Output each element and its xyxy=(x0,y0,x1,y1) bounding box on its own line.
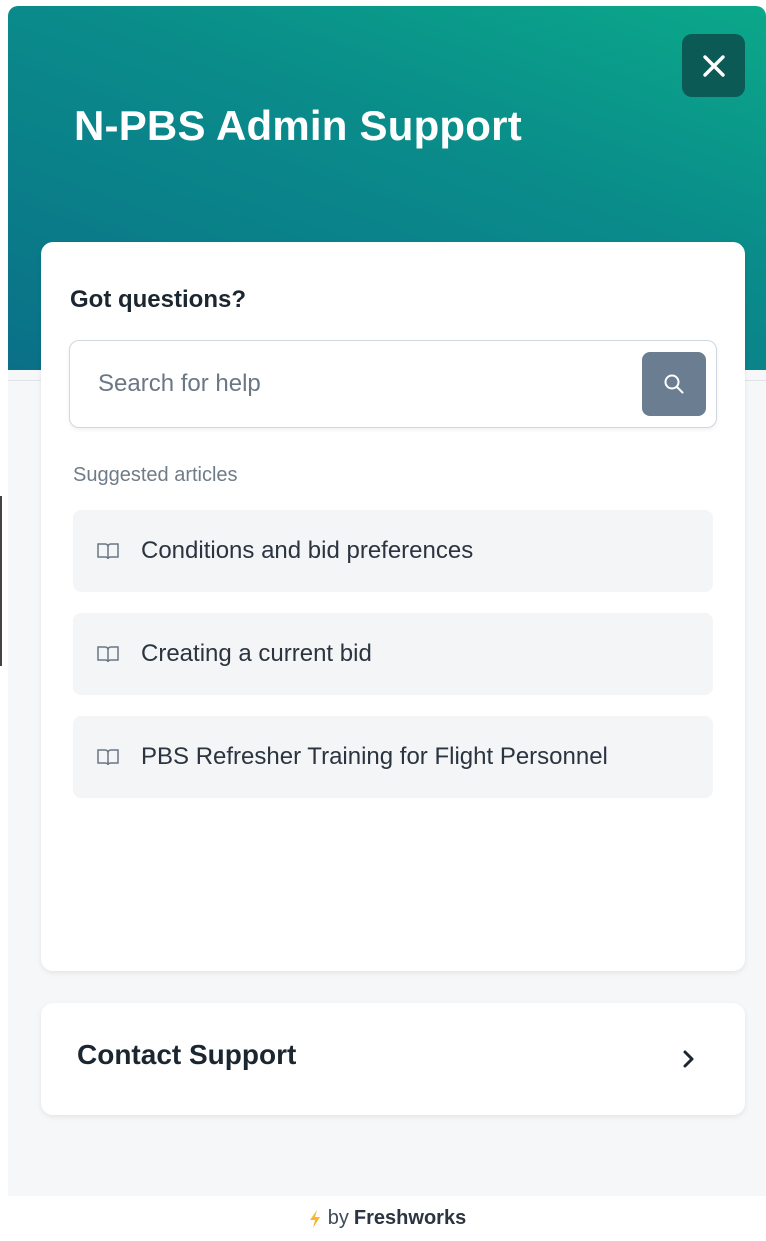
article-label: Conditions and bid preferences xyxy=(141,537,474,564)
help-widget: N-PBS Admin Support Got questions? Sugge… xyxy=(8,6,766,1241)
footer-brand-link[interactable]: Freshworks xyxy=(354,1207,466,1230)
contact-support-label: Contact Support xyxy=(77,1039,297,1070)
search-icon xyxy=(664,374,684,394)
book-icon xyxy=(97,543,119,560)
article-label: PBS Refresher Training for Flight Person… xyxy=(141,743,608,770)
window-edge-mark xyxy=(0,496,2,666)
chevron-right-icon xyxy=(683,1050,694,1068)
search-box xyxy=(69,340,717,428)
article-item[interactable]: PBS Refresher Training for Flight Person… xyxy=(73,716,713,798)
contact-support-button[interactable]: Contact Support xyxy=(41,1003,745,1115)
close-button[interactable] xyxy=(682,34,745,97)
article-item[interactable]: Conditions and bid preferences xyxy=(73,510,713,592)
search-input[interactable] xyxy=(98,363,618,405)
close-icon xyxy=(702,54,725,77)
page-title: N-PBS Admin Support xyxy=(74,102,522,149)
footer: by Freshworks xyxy=(8,1196,766,1241)
article-item[interactable]: Creating a current bid xyxy=(73,613,713,695)
help-card: Got questions? Suggested articles Condit… xyxy=(41,242,745,971)
bolt-icon xyxy=(309,1209,320,1228)
article-label: Creating a current bid xyxy=(141,640,372,667)
footer-by: by xyxy=(327,1207,349,1229)
suggested-articles-label: Suggested articles xyxy=(73,464,238,486)
help-card-title: Got questions? xyxy=(70,286,246,313)
book-icon xyxy=(97,749,119,766)
book-icon xyxy=(97,646,119,663)
search-button[interactable] xyxy=(642,352,706,416)
